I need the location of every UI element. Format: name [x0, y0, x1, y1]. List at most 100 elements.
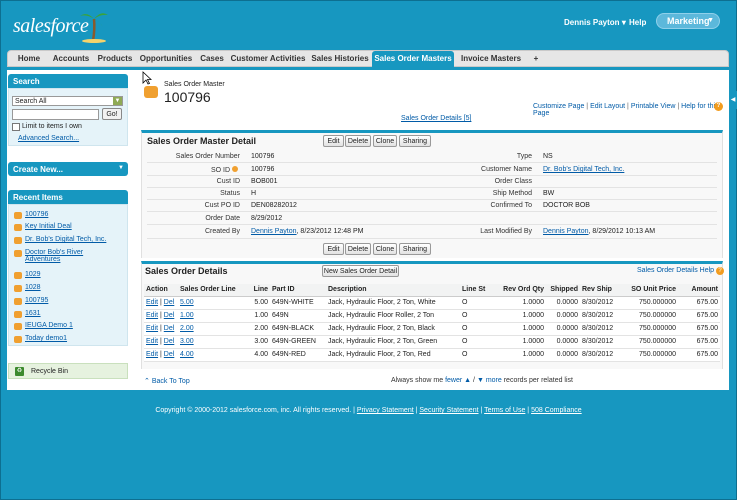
privacy-statement-link[interactable]: Privacy Statement — [357, 407, 414, 414]
customize-page-link[interactable]: Customize Page — [533, 103, 584, 110]
tab-opportunities[interactable]: Opportunities — [136, 51, 196, 67]
back-to-top-link[interactable]: ⌃ Back To Top — [144, 377, 190, 385]
edit-button[interactable]: Edit — [323, 243, 344, 255]
line-status-cell: O — [460, 309, 498, 323]
shipped-cell: 0.0000 — [546, 348, 580, 362]
tab-accounts[interactable]: Accounts — [48, 51, 94, 67]
search-input[interactable] — [12, 109, 99, 120]
recent-item[interactable]: Doctor Bob's River Adventures — [14, 249, 119, 263]
column-header[interactable]: Shipped — [546, 284, 580, 297]
recent-item[interactable]: Dr. Bob's Digital Tech, Inc. — [14, 236, 106, 244]
sales-order-icon — [144, 86, 158, 98]
recent-item[interactable]: IEUGA Demo 1 — [14, 322, 73, 330]
help-link[interactable]: Help — [629, 18, 646, 27]
recent-item[interactable]: 1028 — [14, 284, 41, 292]
clone-button[interactable]: Clone — [373, 243, 397, 255]
create-new-button[interactable]: Create New... ▼ — [8, 162, 128, 176]
limit-checkbox[interactable] — [12, 123, 20, 131]
printable-view-link[interactable]: Printable View — [631, 103, 676, 110]
sharing-button[interactable]: Sharing — [399, 135, 431, 147]
tab-sales-histories[interactable]: Sales Histories — [308, 51, 372, 67]
edit-link[interactable]: Edit — [146, 351, 158, 358]
search-scope-select[interactable]: Search All ▼ — [12, 96, 123, 106]
column-header[interactable]: Part ID — [270, 284, 326, 297]
column-header[interactable]: Amount — [678, 284, 720, 297]
delete-button[interactable]: Delete — [345, 135, 371, 147]
app-menu[interactable]: Marketing ▼ — [656, 13, 720, 29]
column-header[interactable]: Description — [326, 284, 460, 297]
edit-link[interactable]: Edit — [146, 338, 158, 345]
customer-name-link[interactable]: Dr. Bob's Digital Tech, Inc. — [543, 166, 624, 173]
rev-ship-cell: 8/30/2012 — [580, 296, 622, 310]
tab-cases[interactable]: Cases — [196, 51, 228, 67]
clone-button[interactable]: Clone — [373, 135, 397, 147]
ship-method: BW — [543, 190, 555, 197]
advanced-search-link[interactable]: Advanced Search... — [18, 135, 79, 142]
recent-item[interactable]: 100795 — [14, 297, 48, 305]
chevron-down-icon: ▼ — [113, 97, 122, 105]
sales-order-line-link[interactable]: 2.00 — [180, 325, 194, 332]
show-records-control: Always show me fewer ▲ / ▼ more records … — [391, 377, 573, 384]
sales-order-line-link[interactable]: 3.00 — [180, 338, 194, 345]
go-button[interactable]: Go! — [102, 108, 122, 120]
terms-of-use-link[interactable]: Terms of Use — [484, 407, 525, 414]
sharing-button[interactable]: Sharing — [399, 243, 431, 255]
help-icon: ? — [715, 267, 724, 275]
sidebar-toggle[interactable]: ◀ — [729, 91, 737, 109]
column-header[interactable]: Rev Ord Qty — [498, 284, 546, 297]
tab-products[interactable]: Products — [94, 51, 136, 67]
status: H — [251, 190, 257, 197]
sales-order-line-link[interactable]: 1.00 — [180, 312, 194, 319]
recent-item[interactable]: Key Initial Deal — [14, 223, 72, 231]
tab-invoice-masters[interactable]: Invoice Masters — [454, 51, 528, 67]
last-modified-by: Dennis Payton, 8/29/2012 10:13 AM — [543, 228, 656, 235]
recycle-bin-link[interactable]: ♻ Recycle Bin — [8, 363, 128, 379]
fewer-link[interactable]: fewer ▲ — [445, 377, 471, 384]
recent-item[interactable]: 1631 — [14, 310, 41, 318]
recent-item[interactable]: Today demo1 — [14, 335, 67, 343]
delete-link[interactable]: Del — [164, 325, 175, 332]
sales-order-details-link[interactable]: Sales Order Details [5] — [401, 115, 471, 122]
last-modified-user-link[interactable]: Dennis Payton — [543, 228, 589, 235]
user-menu[interactable]: Dennis Payton ▾ — [564, 18, 626, 27]
column-header[interactable]: Line — [250, 284, 270, 297]
tab-sales-order-masters[interactable]: Sales Order Masters — [372, 51, 454, 67]
new-sales-order-detail-button[interactable]: New Sales Order Detail — [322, 265, 399, 277]
edit-link[interactable]: Edit — [146, 299, 158, 306]
column-header[interactable]: Rev Ship — [580, 284, 622, 297]
type: NS — [543, 153, 553, 160]
created-by-user-link[interactable]: Dennis Payton — [251, 228, 297, 235]
column-header[interactable]: Line St — [460, 284, 498, 297]
delete-link[interactable]: Del — [164, 299, 175, 306]
security-statement-link[interactable]: Security Statement — [419, 407, 478, 414]
recent-item[interactable]: 1029 — [14, 271, 41, 279]
limit-label: Limit to items I own — [22, 123, 82, 130]
salesforce-logo[interactable]: salesforce — [9, 5, 109, 45]
amount-cell: 675.00 — [678, 348, 720, 362]
tab-home[interactable]: Home — [10, 51, 48, 67]
tab-all-tabs[interactable]: + — [528, 51, 544, 67]
edit-link[interactable]: Edit — [146, 312, 158, 319]
508-compliance-link[interactable]: 508 Compliance — [531, 407, 582, 414]
column-header[interactable]: Sales Order Line — [178, 284, 250, 297]
help-icon[interactable]: ? — [714, 102, 723, 111]
caret-up-icon: ⌃ — [144, 378, 150, 385]
delete-link[interactable]: Del — [164, 351, 175, 358]
edit-layout-link[interactable]: Edit Layout — [590, 103, 625, 110]
record-icon — [14, 311, 22, 318]
delete-link[interactable]: Del — [164, 338, 175, 345]
sales-order-line-link[interactable]: 5.00 — [180, 299, 194, 306]
edit-button[interactable]: Edit — [323, 135, 344, 147]
related-list-help-link[interactable]: Sales Order Details Help ? — [637, 267, 724, 275]
arrow-down-icon: ▼ — [476, 377, 484, 384]
column-header[interactable]: SO Unit Price — [622, 284, 678, 297]
sales-order-line-link[interactable]: 4.00 — [180, 351, 194, 358]
recent-item[interactable]: 100796 — [14, 211, 48, 219]
divider — [147, 211, 717, 212]
more-link[interactable]: ▼ more — [477, 377, 502, 384]
delete-link[interactable]: Del — [164, 312, 175, 319]
delete-button[interactable]: Delete — [345, 243, 371, 255]
edit-link[interactable]: Edit — [146, 325, 158, 332]
shipped-cell: 0.0000 — [546, 322, 580, 336]
tab-customer-activities[interactable]: Customer Activities — [228, 51, 308, 67]
